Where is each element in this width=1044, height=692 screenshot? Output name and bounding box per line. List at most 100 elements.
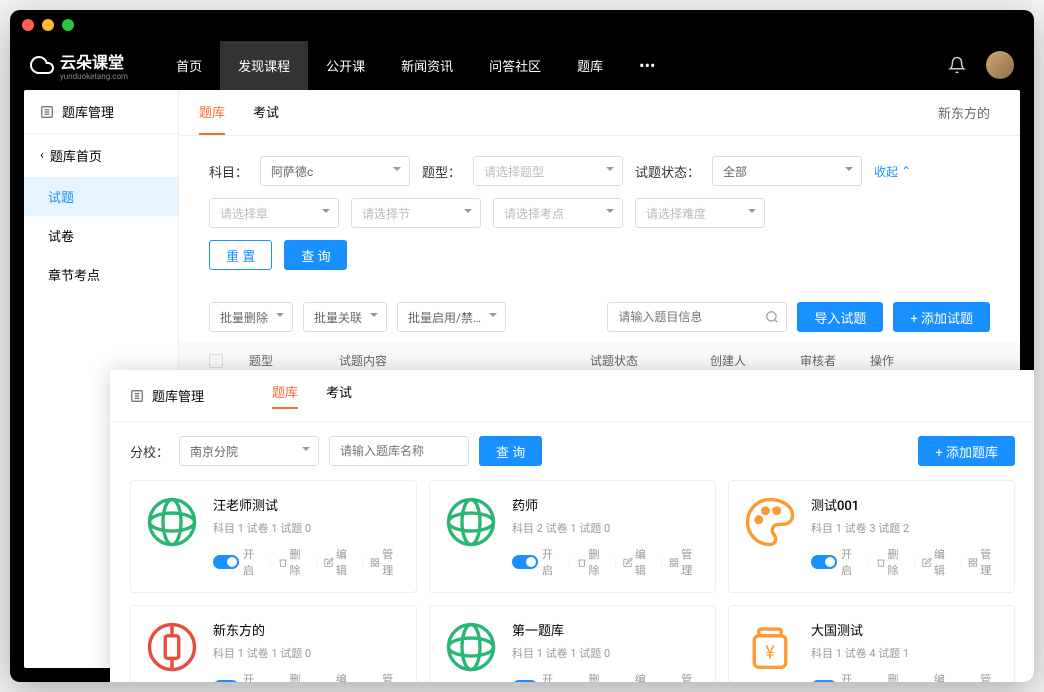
point-select[interactable]: 请选择考点 bbox=[493, 198, 623, 228]
branch-select[interactable]: 南京分院 bbox=[179, 436, 319, 466]
sidebar-title: 题库管理 bbox=[62, 102, 114, 121]
nav-public[interactable]: 公开课 bbox=[308, 41, 383, 90]
add-bank-button[interactable]: + 添加题库 bbox=[918, 436, 1015, 466]
card-icon bbox=[444, 495, 498, 549]
card-delete[interactable]: 删除 bbox=[876, 546, 908, 578]
svg-text:¥: ¥ bbox=[765, 642, 775, 663]
bank-search-input[interactable] bbox=[329, 436, 469, 466]
sidebar-back-label: 题库首页 bbox=[50, 146, 102, 165]
tab-exam[interactable]: 考试 bbox=[253, 90, 279, 135]
card-manage[interactable]: 管理 bbox=[370, 671, 402, 682]
bell-icon[interactable] bbox=[948, 56, 966, 74]
bank-card[interactable]: 测试001 科目 1 试卷 3 试题 2 开启 | 删除 | 编辑 | 管理 bbox=[728, 480, 1015, 593]
top-nav: 云朵课堂 yunduoketang.com 首页 发现课程 公开课 新闻资讯 问… bbox=[10, 40, 1034, 90]
close-icon[interactable] bbox=[22, 19, 34, 31]
chapter-select[interactable]: 请选择章 bbox=[209, 198, 339, 228]
batch-enable-select[interactable]: 批量启用/禁… bbox=[397, 302, 506, 332]
toggle-label: 开启 bbox=[841, 671, 861, 682]
card-manage[interactable]: 管理 bbox=[968, 671, 1000, 682]
trash-icon bbox=[278, 557, 288, 568]
subject-select[interactable]: 阿萨德c bbox=[260, 156, 410, 186]
toggle-label: 开启 bbox=[841, 546, 861, 578]
section-select[interactable]: 请选择节 bbox=[351, 198, 481, 228]
card-edit[interactable]: 编辑 bbox=[324, 671, 356, 682]
toggle-switch[interactable] bbox=[213, 680, 239, 682]
overlay-tab-bank[interactable]: 题库 bbox=[272, 382, 298, 409]
toggle-switch[interactable] bbox=[512, 680, 538, 682]
card-icon bbox=[743, 495, 797, 549]
nav-discover[interactable]: 发现课程 bbox=[220, 41, 308, 90]
select-all-checkbox[interactable] bbox=[209, 354, 223, 368]
nav-news[interactable]: 新闻资讯 bbox=[383, 41, 471, 90]
bank-card[interactable]: 第一题库 科目 1 试卷 1 试题 0 开启 | 删除 | 编辑 | 管理 bbox=[429, 605, 716, 682]
minimize-icon[interactable] bbox=[42, 19, 54, 31]
card-manage[interactable]: 管理 bbox=[968, 546, 1000, 578]
card-edit[interactable]: 编辑 bbox=[623, 546, 655, 578]
header-content: 试题内容 bbox=[339, 352, 590, 369]
chevron-up-icon: ⌃ bbox=[901, 164, 911, 178]
overlay-query-button[interactable]: 查 询 bbox=[479, 436, 542, 466]
nav-qa[interactable]: 问答社区 bbox=[471, 41, 559, 90]
overlay-filter: 分校： 南京分院 查 询 + 添加题库 bbox=[110, 422, 1034, 480]
card-manage[interactable]: 管理 bbox=[370, 546, 402, 578]
sidebar-item-papers[interactable]: 试卷 bbox=[24, 216, 178, 255]
content-tabs: 题库 考试 新东方的 bbox=[179, 90, 1020, 136]
edit-icon bbox=[623, 557, 633, 568]
nav-more[interactable]: ••• bbox=[621, 41, 673, 90]
reset-button[interactable]: 重 置 bbox=[209, 240, 272, 270]
card-delete[interactable]: 删除 bbox=[876, 671, 908, 682]
sidebar-item-questions[interactable]: 试题 bbox=[24, 177, 178, 216]
collapse-link[interactable]: 收起 ⌃ bbox=[874, 163, 911, 180]
trash-icon bbox=[876, 682, 886, 683]
bank-card[interactable]: 汪老师测试 科目 1 试卷 1 试题 0 开启 | 删除 | 编辑 | 管理 bbox=[130, 480, 417, 593]
batch-relate-select[interactable]: 批量关联 bbox=[303, 302, 387, 332]
card-title: 药师 bbox=[512, 495, 701, 514]
toggle-switch[interactable] bbox=[213, 555, 239, 569]
toggle-switch[interactable] bbox=[811, 680, 837, 682]
overlay-header: 题库管理 题库 考试 bbox=[110, 370, 1034, 422]
card-edit[interactable]: 编辑 bbox=[324, 546, 356, 578]
toggle-switch[interactable] bbox=[512, 555, 538, 569]
bank-card[interactable]: 药师 科目 2 试卷 1 试题 0 开启 | 删除 | 编辑 | 管理 bbox=[429, 480, 716, 593]
card-delete[interactable]: 删除 bbox=[278, 546, 310, 578]
nav-bank[interactable]: 题库 bbox=[559, 41, 621, 90]
card-manage[interactable]: 管理 bbox=[669, 546, 701, 578]
header-reviewer: 审核者 bbox=[800, 352, 870, 369]
bank-card[interactable]: ¥ 大国测试 科目 1 试卷 4 试题 1 开启 | 删除 | 编辑 | 管理 bbox=[728, 605, 1015, 682]
sidebar-back[interactable]: ‹ 题库首页 bbox=[24, 134, 178, 177]
card-edit[interactable]: 编辑 bbox=[922, 671, 954, 682]
card-delete[interactable]: 删除 bbox=[278, 671, 310, 682]
nav-items: 首页 发现课程 公开课 新闻资讯 问答社区 题库 ••• bbox=[158, 41, 673, 90]
nav-home[interactable]: 首页 bbox=[158, 41, 220, 90]
type-select[interactable]: 请选择题型 bbox=[473, 156, 623, 186]
maximize-icon[interactable] bbox=[62, 19, 74, 31]
header-creator: 创建人 bbox=[710, 352, 800, 369]
avatar[interactable] bbox=[986, 51, 1014, 79]
bank-card[interactable]: 新东方的 科目 1 试卷 1 试题 0 开启 | 删除 | 编辑 | 管理 bbox=[130, 605, 417, 682]
card-edit[interactable]: 编辑 bbox=[922, 546, 954, 578]
overlay-tab-exam[interactable]: 考试 bbox=[326, 382, 352, 409]
card-manage[interactable]: 管理 bbox=[669, 671, 701, 682]
import-button[interactable]: 导入试题 bbox=[797, 302, 883, 332]
difficulty-select[interactable]: 请选择难度 bbox=[635, 198, 765, 228]
add-question-button[interactable]: + 添加试题 bbox=[893, 302, 990, 332]
toggle-switch[interactable] bbox=[811, 555, 837, 569]
card-delete[interactable]: 删除 bbox=[577, 546, 609, 578]
header-status: 试题状态 bbox=[590, 352, 710, 369]
search-input[interactable] bbox=[607, 302, 787, 332]
query-button[interactable]: 查 询 bbox=[284, 240, 347, 270]
tab-bank[interactable]: 题库 bbox=[199, 90, 225, 135]
logo-subtext: yunduoketang.com bbox=[60, 73, 128, 81]
card-delete[interactable]: 删除 bbox=[577, 671, 609, 682]
card-meta: 科目 1 试卷 4 试题 1 bbox=[811, 645, 1000, 661]
logo[interactable]: 云朵课堂 yunduoketang.com bbox=[30, 49, 128, 81]
card-edit[interactable]: 编辑 bbox=[623, 671, 655, 682]
grid-icon bbox=[968, 682, 978, 683]
status-select[interactable]: 全部 bbox=[712, 156, 862, 186]
batch-delete-select[interactable]: 批量删除 bbox=[209, 302, 293, 332]
sidebar-item-chapters[interactable]: 章节考点 bbox=[24, 255, 178, 294]
toggle-label: 开启 bbox=[542, 546, 562, 578]
grid-icon bbox=[669, 682, 679, 683]
branch-label: 分校： bbox=[130, 442, 169, 461]
toggle-label: 开启 bbox=[542, 671, 562, 682]
